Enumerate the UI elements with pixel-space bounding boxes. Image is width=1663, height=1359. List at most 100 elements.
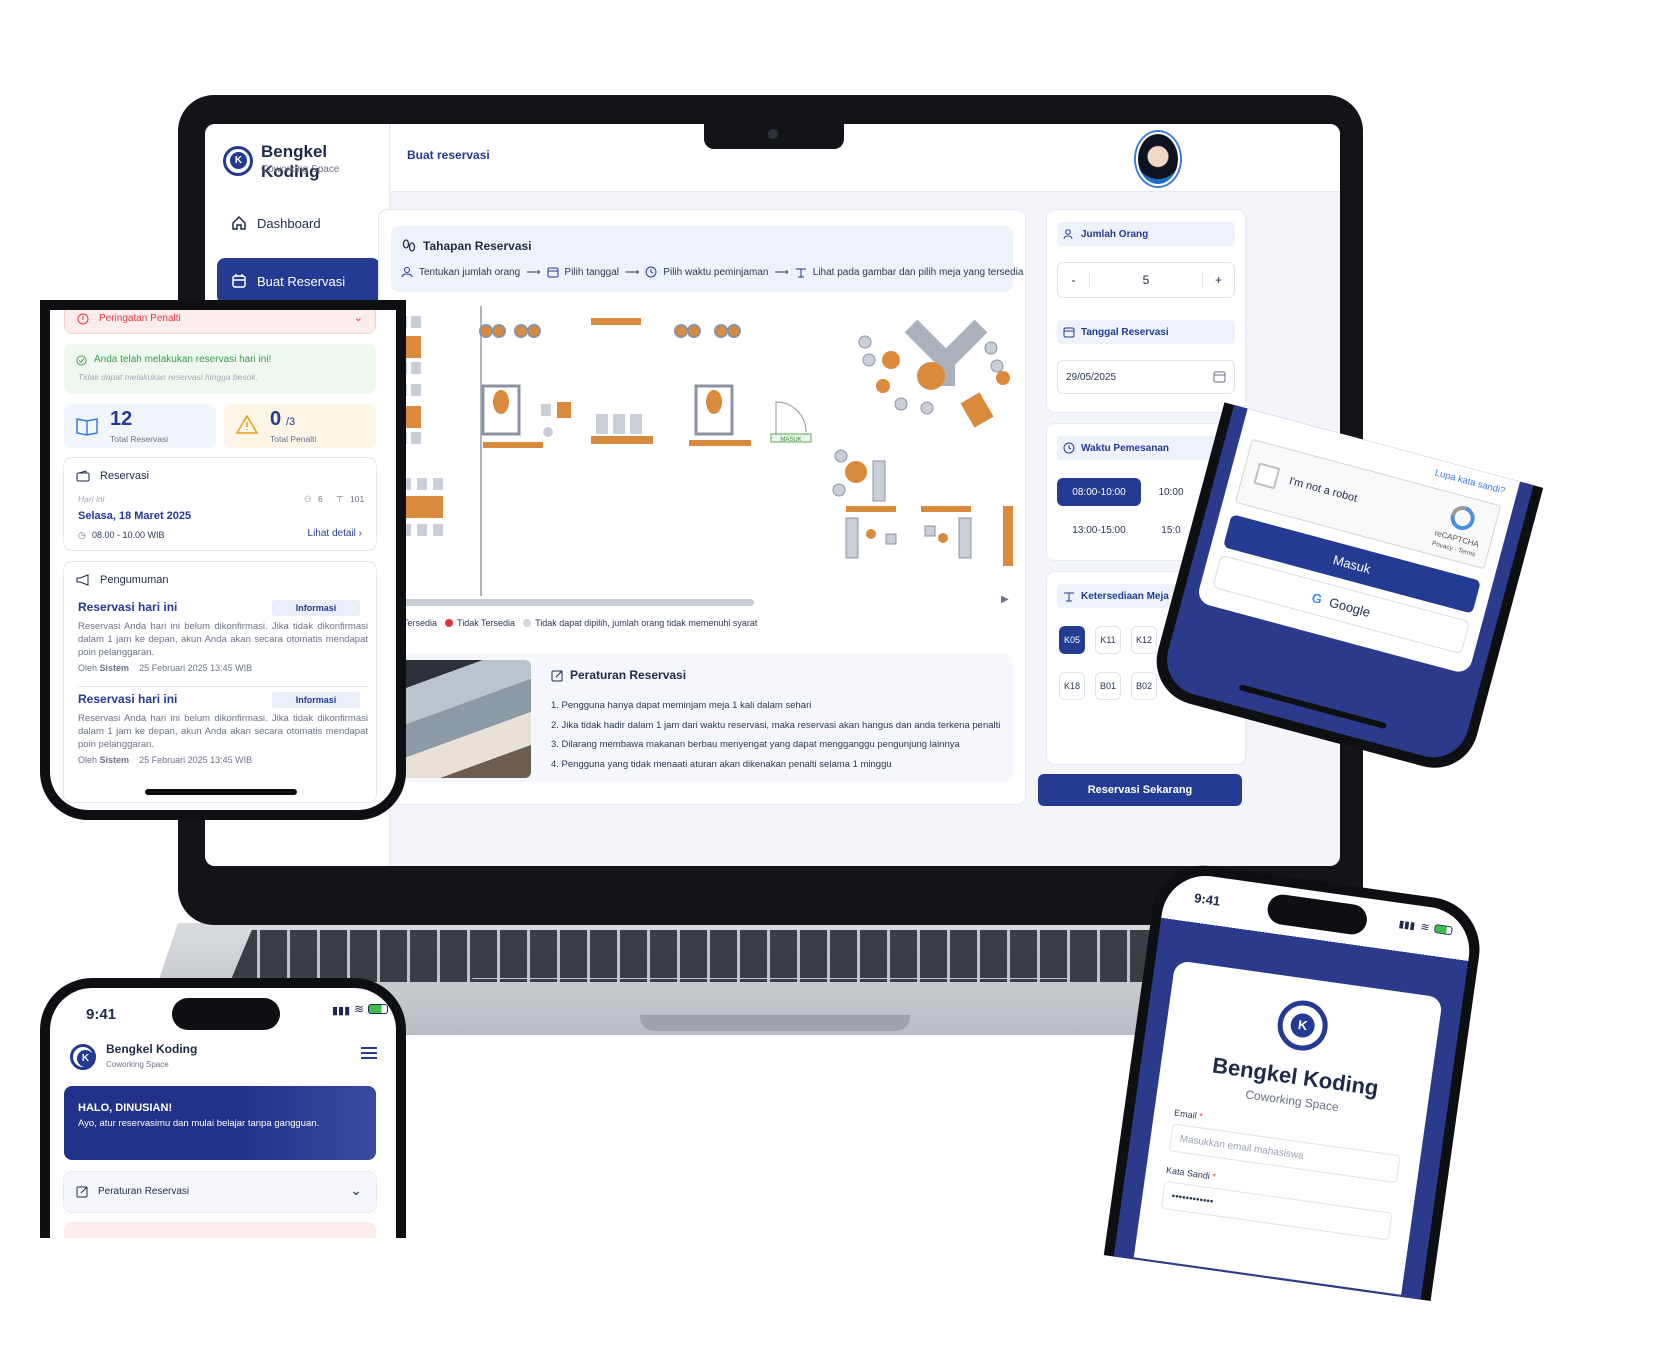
reserved-notice-subtitle: Tidak dapat melakukan reservasi hingga b… bbox=[78, 372, 258, 382]
announcement-meta: Oleh Sistem 25 Februari 2025 13:45 WIB bbox=[78, 663, 253, 673]
phone-login: 9:41 ▮▮▮ ≋ K Bengkel Koding Coworking Sp… bbox=[1103, 858, 1487, 1302]
avatar[interactable] bbox=[1136, 132, 1180, 186]
time-slot-0800[interactable]: 08:00-10:00 bbox=[1057, 478, 1141, 506]
steps-row: Tentukan jumlah orang ⟶ Pilih tanggal ⟶ … bbox=[401, 266, 1023, 278]
door-label: MASUK bbox=[780, 437, 801, 443]
edit-icon bbox=[551, 669, 564, 682]
reservation-people: 6 bbox=[318, 494, 323, 504]
brand-logo-mark: K bbox=[1289, 1011, 1317, 1040]
dynamic-island bbox=[172, 998, 280, 1030]
penalty-warning[interactable]: Peringatan Penalti ⌄ bbox=[64, 310, 376, 334]
battery-icon bbox=[368, 1004, 388, 1014]
chevron-down-icon[interactable]: ⌄ bbox=[354, 311, 363, 324]
warning-icon bbox=[236, 414, 258, 434]
table-chip[interactable]: K05 bbox=[1059, 626, 1085, 654]
legend-ineligible: Tidak dapat dipilih, jumlah orang tidak … bbox=[523, 618, 757, 628]
edit-icon bbox=[76, 1185, 89, 1198]
legend-dot-ineligible bbox=[523, 619, 532, 627]
footsteps-icon bbox=[401, 238, 417, 254]
password-input[interactable]: •••••••••••• bbox=[1160, 1180, 1393, 1241]
people-date-card: Jumlah Orang - 5 + Tanggal Reservasi 29/… bbox=[1047, 210, 1245, 412]
table-chip[interactable]: K12 bbox=[1131, 626, 1157, 654]
reservation-card: Reservasi Hari ini ⚇ 6 ⊤ 101 Selasa, 18 … bbox=[64, 458, 376, 550]
rules-accordion[interactable]: Peraturan Reservasi ⌄ bbox=[64, 1172, 376, 1212]
brand-tagline: Coworking Space bbox=[261, 164, 340, 175]
announcements-card: Pengumuman Reservasi hari ini Informasi … bbox=[64, 562, 376, 802]
stat-value: 12 bbox=[110, 408, 133, 430]
rule-item: 3. Dilarang membawa makanan berbau menye… bbox=[551, 739, 960, 750]
google-label: Google bbox=[1327, 594, 1373, 620]
phone-home-screen: 9:41 ▮▮▮ ≋ Bengkel Koding Coworking Spac… bbox=[50, 988, 396, 1238]
step-label: Tentukan jumlah orang bbox=[419, 266, 521, 278]
chevron-right-icon[interactable]: ▶ bbox=[1001, 594, 1009, 605]
recaptcha-logo-icon bbox=[1447, 502, 1479, 534]
stat-label: Total Reservasi bbox=[110, 434, 169, 444]
floor-plan: MASUK bbox=[391, 306, 1013, 596]
recaptcha-login-card: Lupa kata sandi? I'm not a robot reCAPTC… bbox=[1195, 404, 1523, 675]
battery-icon bbox=[1433, 923, 1453, 936]
floor-plan-legend: Tersedia Tidak Tersedia Tidak dapat dipi… bbox=[391, 618, 757, 628]
arrow-right-icon: ⟶ bbox=[625, 266, 640, 278]
time-slot-1000[interactable]: 10:00 bbox=[1151, 478, 1191, 506]
reserved-notice-title: Anda telah melakukan reservasi hari ini! bbox=[94, 354, 272, 365]
booth-1[interactable] bbox=[481, 384, 571, 448]
reservation-time: 08.00 - 10.00 WIB bbox=[92, 530, 165, 540]
users-icon bbox=[1063, 228, 1075, 240]
reservation-steps: Tahapan Reservasi Tentukan jumlah orang … bbox=[391, 226, 1023, 292]
people-count[interactable]: 5 bbox=[1090, 273, 1202, 287]
time-header: Waktu Pemesanan bbox=[1057, 436, 1235, 460]
announcement-tag: Informasi bbox=[272, 600, 360, 616]
brand-name: Bengkel Koding bbox=[106, 1042, 198, 1056]
announcement-item[interactable]: Reservasi hari ini Informasi Reservasi A… bbox=[78, 600, 368, 673]
desk-icon: ⊤ bbox=[336, 494, 344, 504]
time-slot-1300[interactable]: 13:00-15:00 bbox=[1057, 516, 1141, 544]
arrow-right-icon: ⟶ bbox=[774, 266, 789, 278]
table-chip[interactable]: K18 bbox=[1059, 672, 1085, 700]
time-slot-1500[interactable]: 15:0 bbox=[1151, 516, 1191, 544]
rules-header: Peraturan Reservasi bbox=[551, 668, 686, 682]
calendar-picker-icon[interactable] bbox=[1213, 370, 1226, 383]
floor-plan-scrollbar[interactable] bbox=[394, 599, 754, 606]
rules-accordion-label: Peraturan Reservasi bbox=[98, 1186, 190, 1197]
people-stepper[interactable]: - 5 + bbox=[1057, 262, 1235, 298]
table-group-center[interactable] bbox=[591, 414, 653, 444]
status-time: 9:41 bbox=[1193, 890, 1222, 909]
table-chip[interactable]: B01 bbox=[1095, 672, 1121, 700]
rule-item: 1. Pengguna hanya dapat meminjam meja 1 … bbox=[551, 700, 812, 711]
page-title: Buat reservasi bbox=[407, 148, 490, 162]
announcement-tag: Informasi bbox=[272, 692, 360, 708]
email-label: Email * bbox=[1173, 1107, 1204, 1122]
users-icon bbox=[401, 266, 413, 278]
booth-2[interactable] bbox=[689, 384, 751, 446]
increment-button[interactable]: + bbox=[1202, 273, 1234, 287]
stat-label: Total Penalti bbox=[270, 434, 317, 444]
table-chip[interactable]: K11 bbox=[1095, 626, 1121, 654]
chevron-down-icon[interactable]: ⌄ bbox=[350, 1182, 362, 1199]
status-time: 9:41 bbox=[86, 1006, 117, 1023]
megaphone-icon bbox=[76, 574, 92, 586]
reservation-table: 101 bbox=[350, 494, 365, 504]
calendar-icon bbox=[231, 273, 247, 289]
clock-icon bbox=[645, 266, 657, 278]
hero-greeting: HALO, DINUSIAN! bbox=[78, 1102, 173, 1114]
sidebar-item-buat-reservasi[interactable]: Buat Reservasi bbox=[217, 258, 380, 304]
people-count-icon: ⚇ bbox=[304, 494, 312, 504]
reservation-main-card: Tahapan Reservasi Tentukan jumlah orang … bbox=[379, 210, 1025, 804]
decrement-button[interactable]: - bbox=[1058, 273, 1090, 287]
hamburger-menu-icon[interactable] bbox=[360, 1046, 378, 1060]
announcement-item[interactable]: Reservasi hari ini Informasi Reservasi A… bbox=[78, 692, 368, 765]
stat-suffix: /3 bbox=[286, 416, 296, 428]
steps-title: Tahapan Reservasi bbox=[423, 239, 532, 253]
clock-icon bbox=[1063, 442, 1075, 454]
legend-dot-unavailable bbox=[445, 619, 454, 627]
laptop-hinge bbox=[640, 1015, 910, 1031]
recaptcha-checkbox[interactable] bbox=[1253, 462, 1281, 490]
phone-dashboard-screen: Peringatan Penalti ⌄ Anda telah melakuka… bbox=[50, 310, 396, 810]
lounge-cluster[interactable] bbox=[832, 319, 1013, 566]
reserve-now-button[interactable]: Reservasi Sekarang bbox=[1038, 774, 1242, 806]
sidebar-item-dashboard[interactable]: Dashboard bbox=[217, 200, 380, 246]
date-input[interactable]: 29/05/2025 bbox=[1057, 360, 1235, 394]
reservation-when: Hari ini bbox=[78, 494, 105, 504]
google-icon: G bbox=[1310, 589, 1324, 607]
see-detail-link[interactable]: Lihat detail › bbox=[308, 528, 362, 539]
